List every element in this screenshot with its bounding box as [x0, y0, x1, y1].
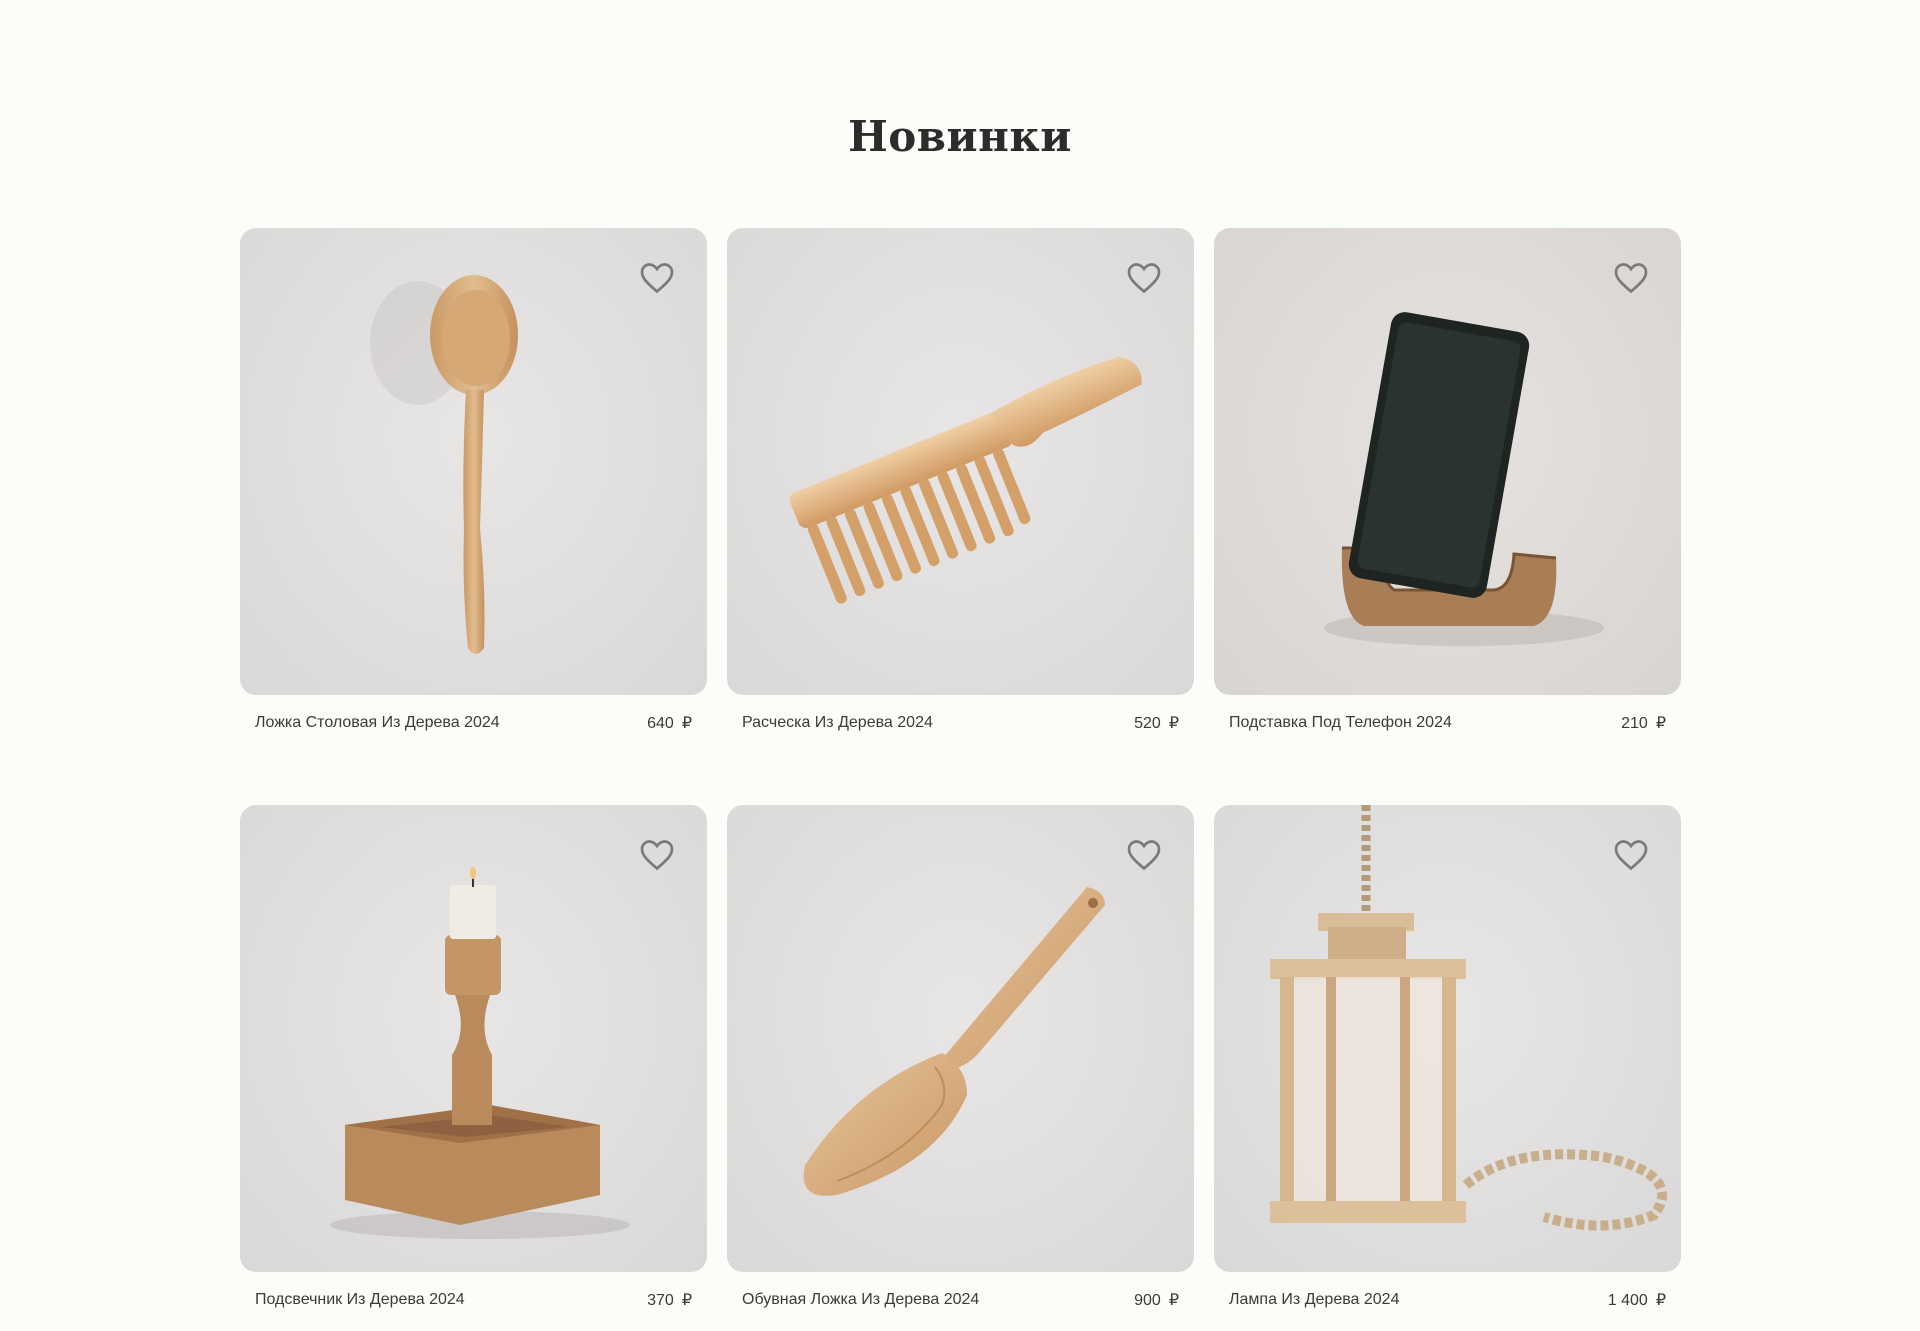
product-meta: Ложка Столовая Из Дерева 2024 640 ₽: [240, 713, 707, 733]
phone-stand-icon: [1324, 312, 1604, 646]
product-price: 640 ₽: [647, 715, 692, 732]
favorite-button[interactable]: [1124, 258, 1164, 298]
product-card[interactable]: Подсвечник Из Дерева 2024 370 ₽: [240, 805, 707, 1310]
shoehorn-icon: [803, 887, 1105, 1196]
product-name[interactable]: Подставка Под Телефон 2024: [1229, 714, 1452, 732]
product-card[interactable]: Подставка Под Телефон 2024 210 ₽: [1214, 228, 1681, 733]
heart-icon: [1127, 840, 1161, 871]
product-meta: Лампа Из Дерева 2024 1 400 ₽: [1214, 1290, 1681, 1310]
product-name[interactable]: Лампа Из Дерева 2024: [1229, 1291, 1399, 1309]
product-name[interactable]: Ложка Столовая Из Дерева 2024: [255, 714, 500, 732]
heart-icon: [640, 840, 674, 871]
product-price: 370 ₽: [647, 1292, 692, 1309]
product-meta: Расческа Из Дерева 2024 520 ₽: [727, 713, 1194, 733]
wooden-lantern-icon: [1270, 805, 1668, 1231]
wooden-comb-icon: [789, 356, 1142, 604]
page: Новинки Ложка Столовая Из Дерева 2024 64…: [0, 0, 1920, 1331]
product-image[interactable]: [240, 805, 707, 1272]
heart-icon: [640, 263, 674, 294]
wooden-candle-holder-icon: [330, 867, 630, 1239]
product-name[interactable]: Расческа Из Дерева 2024: [742, 714, 933, 732]
heart-icon: [1127, 263, 1161, 294]
product-meta: Подставка Под Телефон 2024 210 ₽: [1214, 713, 1681, 733]
product-image[interactable]: [1214, 805, 1681, 1272]
product-image[interactable]: [727, 228, 1194, 695]
product-image[interactable]: [727, 805, 1194, 1272]
product-image[interactable]: [1214, 228, 1681, 695]
product-grid: Ложка Столовая Из Дерева 2024 640 ₽ Расч…: [240, 228, 1681, 1310]
product-name[interactable]: Обувная Ложка Из Дерева 2024: [742, 1291, 979, 1309]
section-title: Новинки: [848, 112, 1072, 161]
product-card[interactable]: Ложка Столовая Из Дерева 2024 640 ₽: [240, 228, 707, 733]
favorite-button[interactable]: [637, 835, 677, 875]
product-card[interactable]: Лампа Из Дерева 2024 1 400 ₽: [1214, 805, 1681, 1310]
favorite-button[interactable]: [1611, 835, 1651, 875]
product-meta: Обувная Ложка Из Дерева 2024 900 ₽: [727, 1290, 1194, 1310]
heart-icon: [1614, 840, 1648, 871]
product-meta: Подсвечник Из Дерева 2024 370 ₽: [240, 1290, 707, 1310]
favorite-button[interactable]: [637, 258, 677, 298]
product-image[interactable]: [240, 228, 707, 695]
product-price: 520 ₽: [1134, 715, 1179, 732]
favorite-button[interactable]: [1124, 835, 1164, 875]
heart-icon: [1614, 263, 1648, 294]
product-card[interactable]: Обувная Ложка Из Дерева 2024 900 ₽: [727, 805, 1194, 1310]
product-price: 1 400 ₽: [1607, 1292, 1666, 1309]
product-price: 210 ₽: [1621, 715, 1666, 732]
product-card[interactable]: Расческа Из Дерева 2024 520 ₽: [727, 228, 1194, 733]
product-price: 900 ₽: [1134, 1292, 1179, 1309]
favorite-button[interactable]: [1611, 258, 1651, 298]
wooden-spoon-icon: [370, 275, 518, 654]
product-name[interactable]: Подсвечник Из Дерева 2024: [255, 1291, 465, 1309]
